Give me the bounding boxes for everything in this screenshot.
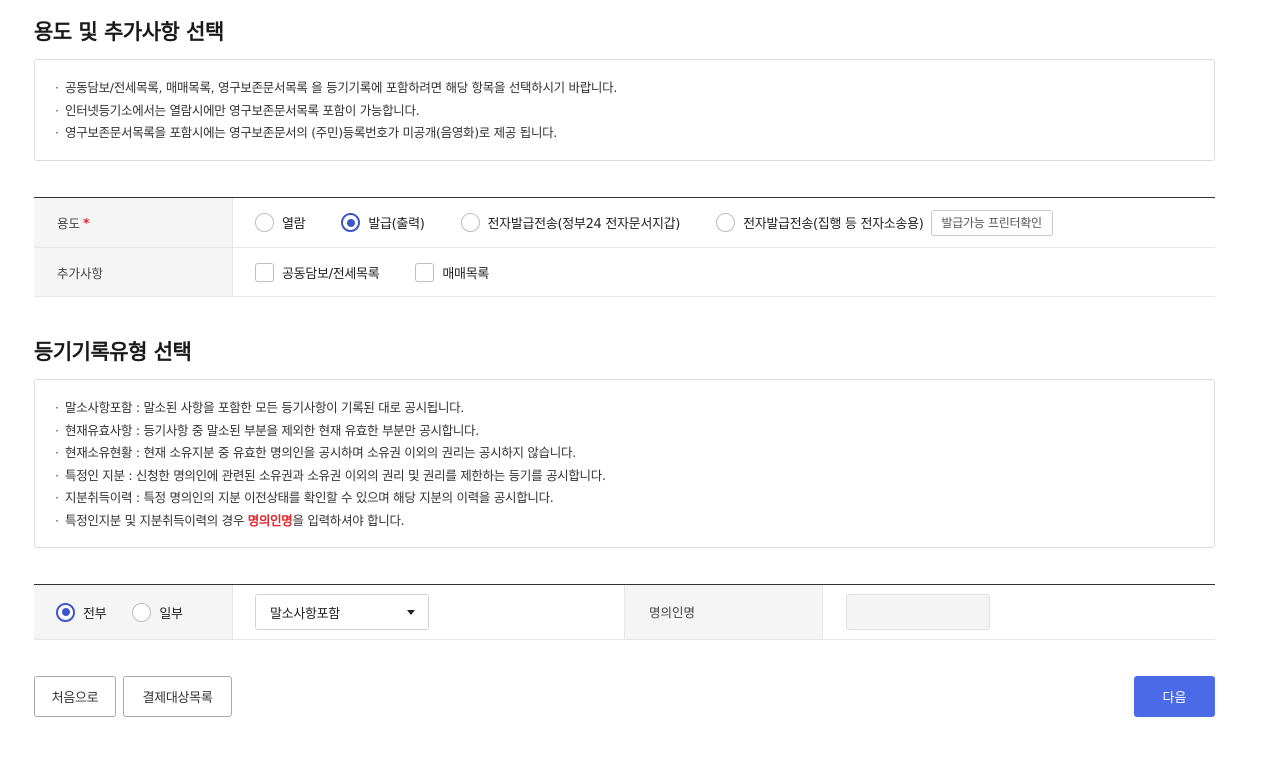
extras-option-collateral[interactable]: 공동담보/전세목록 bbox=[255, 262, 380, 282]
owner-name-label: 명의인명 bbox=[625, 585, 823, 639]
next-button[interactable]: 다음 bbox=[1134, 676, 1215, 717]
radio-selected-icon[interactable] bbox=[341, 213, 361, 232]
notice-line: · 특정인지분 및 지분취득이력의 경우 명의인명을 입력하셔야 합니다. bbox=[55, 512, 405, 528]
section-title-record-type: 등기기록유형 선택 bbox=[34, 340, 192, 364]
owner-name-input[interactable] bbox=[846, 594, 990, 630]
notice-line: · 영구보존문서목록을 포함시에는 영구보존문서의 (주민)등록번호가 미공개(음… bbox=[55, 125, 558, 140]
radio-icon[interactable] bbox=[460, 213, 480, 232]
purpose-option-lawsuit[interactable]: 전자발급전송(집행 등 전자소송용) bbox=[716, 213, 924, 232]
purpose-form-table: 용도 * 열람 발급(출력) 전자발급전송(정부24 전자문서지갑) 전자발급전송… bbox=[34, 197, 1215, 297]
notice-box-purpose: · 공동담보/전세목록, 매매목록, 영구보존문서목록 을 등기기록에 포함하려면… bbox=[34, 59, 1215, 161]
section-title-purpose: 용도 및 추가사항 선택 bbox=[34, 20, 224, 44]
notice-line: · 인터넷등기소에서는 열람시에만 영구보존문서목록 포함이 가능합니다. bbox=[55, 102, 420, 118]
caret-down-icon bbox=[407, 609, 415, 615]
highlight-owner-name: 명의인명 bbox=[247, 512, 293, 528]
purpose-option-view[interactable]: 열람 bbox=[255, 213, 306, 232]
scope-options: 전부 일부 bbox=[34, 585, 233, 639]
radio-icon[interactable] bbox=[716, 213, 736, 232]
checkbox-icon[interactable] bbox=[415, 262, 435, 282]
notice-line: · 현재소유현황 : 현재 소유지분 중 유효한 명의인을 공시하며 소유권 이외… bbox=[55, 445, 576, 460]
home-button[interactable]: 처음으로 bbox=[34, 676, 116, 717]
notice-line: · 지분취득이력 : 특정 명의인의 지분 이전상태를 확인할 수 있으며 해당 … bbox=[55, 490, 554, 505]
record-type-select[interactable]: 말소사항포함 bbox=[255, 594, 429, 630]
purpose-option-print[interactable]: 발급(출력) bbox=[341, 213, 425, 232]
printer-check-button[interactable]: 발급가능 프린터확인 bbox=[930, 209, 1053, 236]
required-mark: * bbox=[83, 215, 90, 230]
payment-list-button[interactable]: 결제대상목록 bbox=[123, 676, 232, 717]
notice-line: · 말소사항포함 : 말소된 사항을 포함한 모든 등기사항이 기록된 대로 공시… bbox=[55, 400, 465, 415]
purpose-row: 용도 * 열람 발급(출력) 전자발급전송(정부24 전자문서지갑) 전자발급전송… bbox=[34, 198, 1215, 248]
notice-box-record-type: · 말소사항포함 : 말소된 사항을 포함한 모든 등기사항이 기록된 대로 공시… bbox=[34, 379, 1215, 548]
radio-icon[interactable] bbox=[255, 213, 274, 232]
record-type-cell: 말소사항포함 bbox=[233, 585, 625, 639]
radio-selected-icon[interactable] bbox=[56, 602, 75, 622]
extras-option-sale[interactable]: 매매목록 bbox=[415, 262, 489, 282]
notice-line: · 현재유효사항 : 등기사항 중 말소된 부분을 제외한 현재 유효한 부분만 … bbox=[55, 422, 479, 438]
owner-name-cell bbox=[823, 585, 1215, 639]
purpose-label: 용도 * bbox=[34, 198, 233, 247]
notice-line: · 특정인 지분 : 신청한 명의인에 관련된 소유권과 소유권 이외의 권리 및… bbox=[55, 467, 606, 483]
scope-option-all[interactable]: 전부 bbox=[56, 602, 107, 622]
record-type-form-table: 전부 일부 말소사항포함 명의인명 bbox=[34, 584, 1215, 640]
scope-option-partial[interactable]: 일부 bbox=[132, 602, 183, 622]
purpose-option-gov24[interactable]: 전자발급전송(정부24 전자문서지갑) bbox=[460, 213, 680, 232]
radio-icon[interactable] bbox=[132, 602, 152, 622]
purpose-options: 열람 발급(출력) 전자발급전송(정부24 전자문서지갑) 전자발급전송(집행 … bbox=[233, 198, 1215, 247]
notice-line: · 공동담보/전세목록, 매매목록, 영구보존문서목록 을 등기기록에 포함하려면… bbox=[55, 80, 617, 95]
extras-options: 공동담보/전세목록 매매목록 bbox=[233, 248, 1215, 296]
extras-row: 추가사항 공동담보/전세목록 매매목록 bbox=[34, 248, 1215, 297]
extras-label: 추가사항 bbox=[34, 248, 233, 296]
checkbox-icon[interactable] bbox=[255, 262, 274, 282]
